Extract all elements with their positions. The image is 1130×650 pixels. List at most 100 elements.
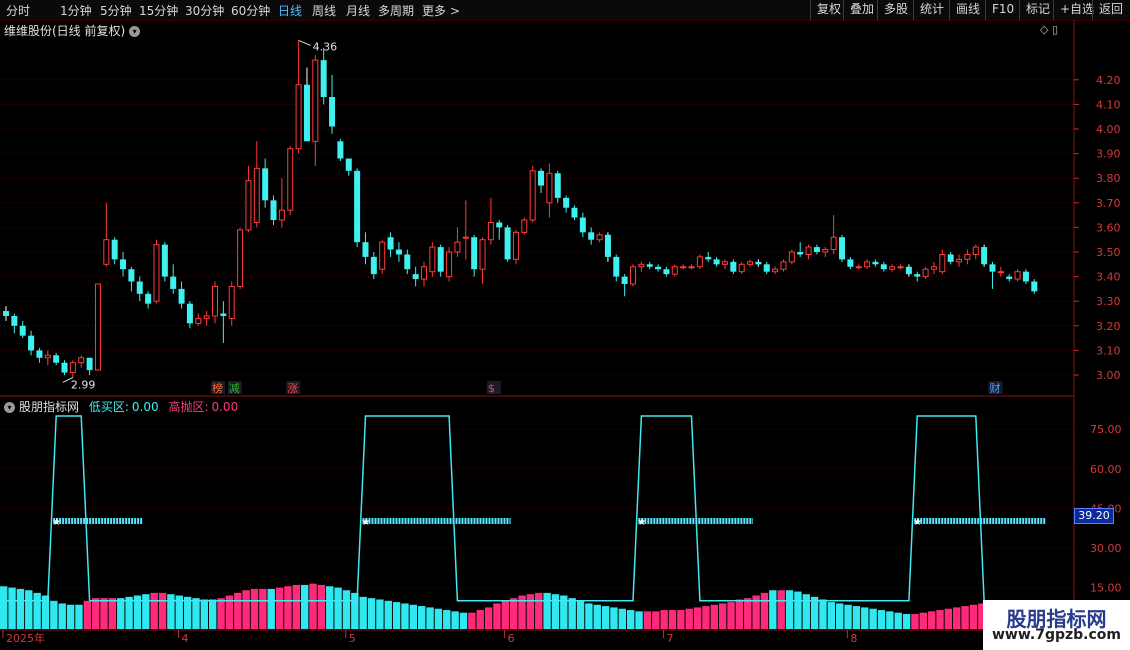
candle-body [805, 246, 812, 255]
candle-body [772, 268, 779, 273]
indicator-bar [735, 599, 744, 629]
x-tick-label: 7 [666, 632, 673, 645]
indicator-bar [785, 590, 794, 629]
event-marker: 涨 [287, 382, 298, 395]
candle-body [730, 261, 737, 272]
price-tick-label: 3.30 [1096, 295, 1121, 308]
candle-body [604, 234, 611, 257]
star-icon: ★ [913, 517, 922, 528]
candle-body [638, 263, 645, 268]
event-marker: 财 [989, 381, 1000, 395]
candle-body [287, 148, 294, 211]
candle-body [797, 252, 804, 255]
indicator-bar [886, 611, 894, 629]
candle-body [412, 274, 419, 280]
indicator-tick-label: 60.00 [1090, 463, 1122, 476]
indicator-bar [927, 611, 936, 629]
price-tick-label: 3.50 [1096, 246, 1121, 259]
indicator-bar [275, 587, 284, 629]
candle-body [855, 266, 862, 269]
indicator-bar [610, 607, 618, 629]
indicator-bar [459, 612, 468, 629]
candle-body [930, 266, 937, 270]
candle-body [496, 222, 503, 228]
indicator-bar [50, 600, 58, 629]
x-tick-label: 8 [850, 632, 857, 645]
indicator-bar [543, 592, 551, 629]
indicator-bar [643, 611, 652, 629]
candle-body [671, 266, 678, 275]
indicator-bar [535, 592, 543, 629]
indicator-bar [125, 596, 133, 629]
indicator-bar [158, 592, 167, 629]
price-tick-label: 3.00 [1096, 369, 1121, 382]
indicator-bar [376, 599, 384, 629]
indicator-bar [919, 612, 927, 629]
candle-body [872, 261, 879, 265]
indicator-bar [794, 591, 802, 629]
indicator-bar [326, 586, 334, 629]
candle-body [813, 247, 820, 252]
price-tick-label: 3.80 [1096, 172, 1121, 185]
price-tick-label: 3.40 [1096, 271, 1121, 284]
indicator-header: ▾ 股朋指标网 低买区: 0.00 高抛区: 0.00 [4, 398, 238, 415]
kline-chart[interactable]: 4.20 4.10 4.00 3.90 3.80 3.70 3.60 3.50 3.40 3.30… [0, 0, 1130, 650]
candle-body [69, 362, 76, 374]
indicator-bar [944, 608, 953, 629]
candle-body [354, 170, 361, 243]
indicator-bar [367, 598, 376, 629]
candle-body [947, 254, 954, 262]
candle-body [379, 241, 386, 270]
indicator-bar [300, 584, 309, 629]
candle-body [705, 256, 712, 260]
candle-body [53, 355, 60, 363]
candle-body [128, 269, 135, 282]
candle-body [11, 315, 18, 326]
candle-body [839, 237, 845, 260]
candle-body [228, 285, 235, 319]
high-sell-value: 0.00 [211, 400, 239, 414]
candle-body [329, 97, 336, 127]
indicator-bar [551, 594, 560, 629]
candle-body [981, 247, 988, 265]
candle-body [546, 172, 553, 204]
candle-body [136, 281, 143, 294]
candle-body [621, 276, 628, 284]
candle-body [429, 246, 436, 273]
indicator-bar [677, 610, 685, 629]
candle-body [487, 221, 494, 241]
event-marker: 榜 [212, 381, 223, 395]
chevron-down-icon[interactable]: ▾ [4, 402, 15, 413]
indicator-bar [810, 596, 819, 629]
candle-body [680, 266, 687, 269]
x-tick-label: 6 [508, 632, 515, 645]
indicator-bar [192, 598, 200, 629]
candle-body [1006, 276, 1013, 280]
candle-body [295, 84, 302, 150]
indicator-tick-label: 15.00 [1090, 582, 1122, 595]
indicator-bar [601, 606, 610, 629]
indicator-bar [443, 610, 451, 629]
indicator-bar [8, 587, 16, 629]
indicator-bar [877, 610, 886, 629]
candle-body [822, 249, 829, 253]
candle-body [914, 274, 921, 277]
candle-body [646, 264, 653, 267]
indicator-bar [819, 599, 827, 629]
candle-body [278, 209, 285, 221]
indicator-bar [242, 590, 250, 629]
candle-body [956, 258, 963, 263]
indicator-bar [426, 607, 434, 629]
indicator-bar [852, 606, 861, 629]
indicator-bar [685, 608, 693, 629]
candle-body [94, 283, 101, 371]
candle-body [579, 217, 586, 233]
candle-body [1031, 281, 1038, 292]
candle-body [1014, 271, 1021, 280]
indicator-bar [75, 604, 83, 629]
low-buy-value: 0.00 [131, 400, 159, 414]
candle-body [897, 266, 904, 269]
candle-body [663, 269, 670, 275]
price-tick-label: 3.90 [1096, 148, 1121, 161]
candle-body [939, 253, 946, 273]
